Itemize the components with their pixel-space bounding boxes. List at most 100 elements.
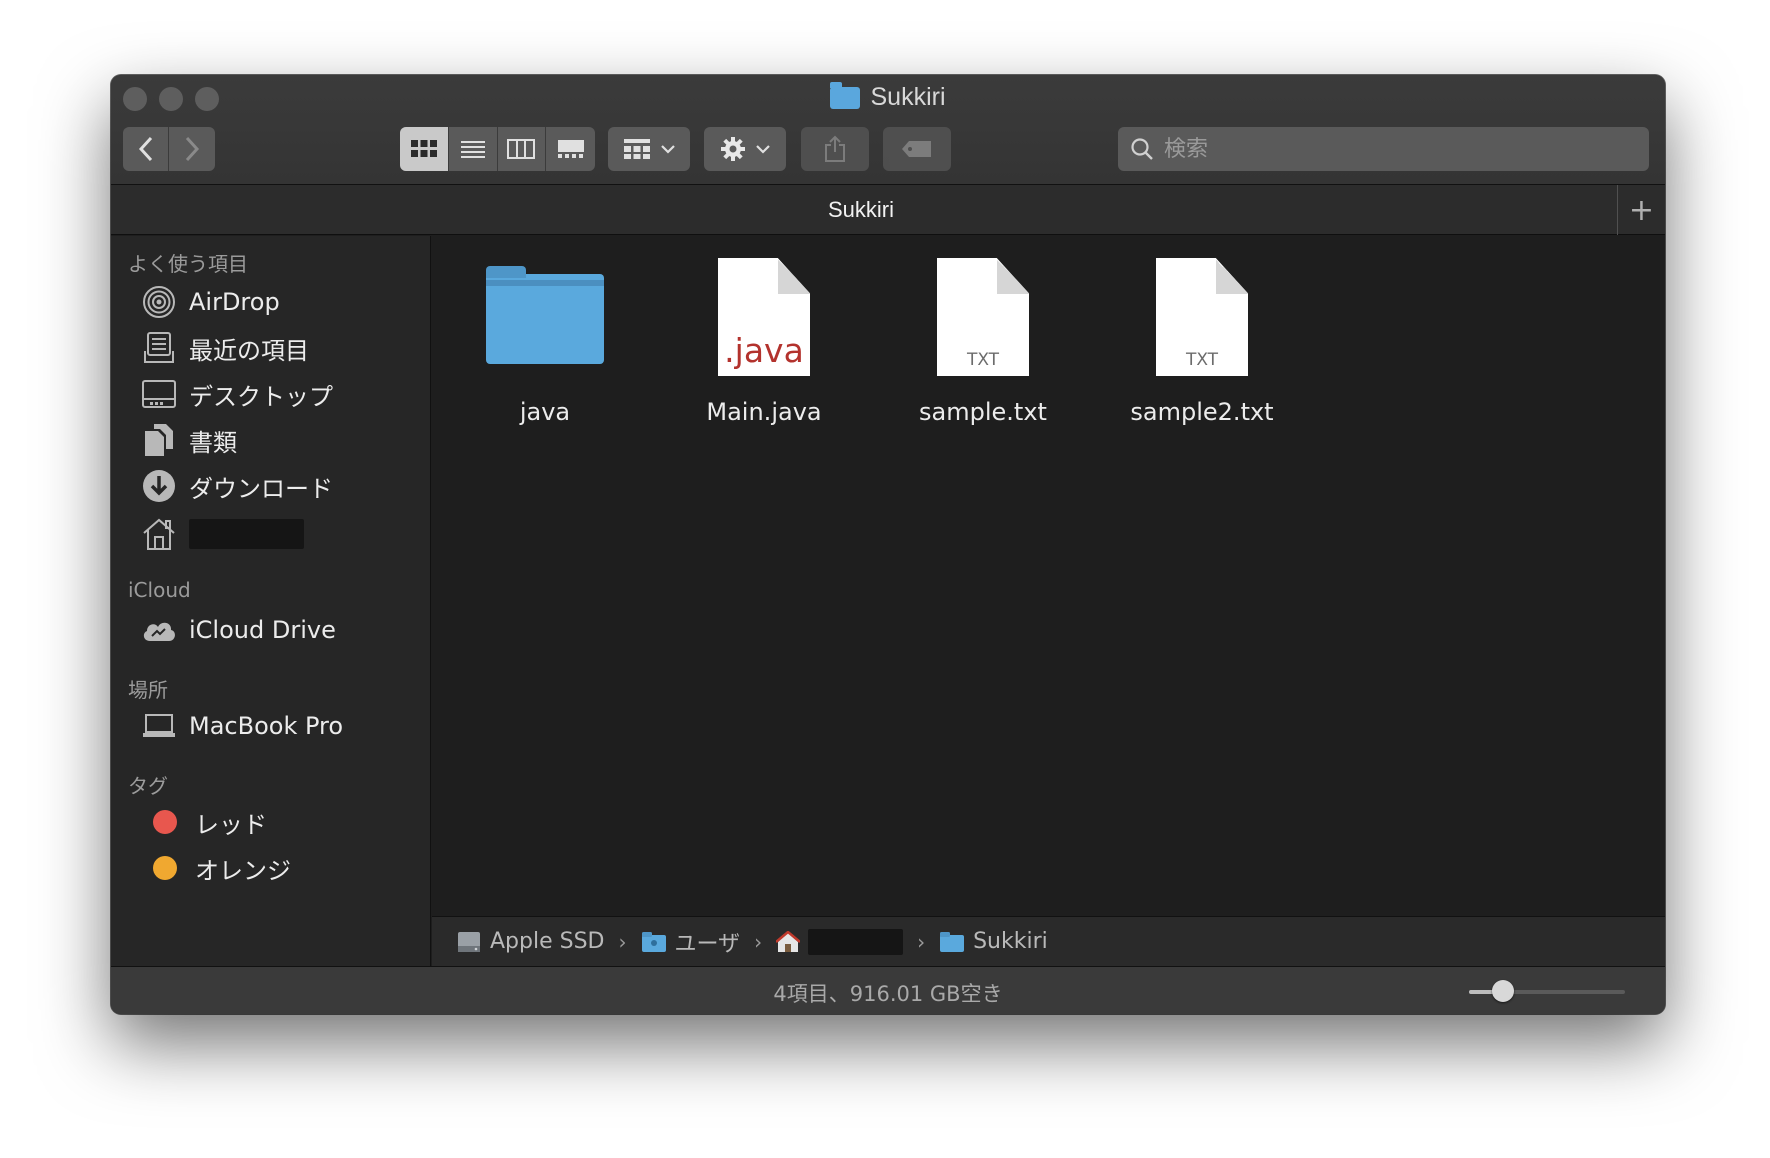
status-text: 4項目、916.01 GB空き	[773, 982, 1003, 1006]
chevron-right-icon	[185, 136, 200, 162]
sidebar-section-favorites: よく使う項目	[128, 252, 248, 276]
icon-view-button[interactable]	[400, 127, 449, 171]
share-icon	[825, 135, 845, 162]
chevron-down-icon	[661, 145, 675, 154]
sidebar-item-label: AirDrop	[189, 288, 280, 316]
sidebar-item-label: 書類	[189, 428, 237, 457]
share-button[interactable]	[801, 127, 869, 171]
sidebar-item-documents[interactable]: 書類	[141, 420, 237, 460]
file-item-main-java[interactable]: .java Main.java	[664, 256, 864, 426]
group-grid-icon	[624, 139, 650, 159]
gallery-view-button[interactable]	[546, 127, 595, 171]
desktop-icon	[141, 376, 177, 412]
documents-icon	[141, 422, 177, 458]
disk-icon	[458, 931, 480, 952]
icloud-icon	[141, 612, 177, 648]
view-mode-segmented	[400, 127, 595, 171]
file-content-area: java .java Main.java TXT sample.txt TXT …	[432, 236, 1665, 916]
sidebar: よく使う項目 AirDrop 最近の項目 デスクトップ 書類 ダウンロード iC…	[111, 236, 431, 966]
path-item-home[interactable]	[776, 928, 904, 955]
text-file-icon: TXT	[1156, 258, 1248, 376]
sidebar-section-icloud: iCloud	[128, 578, 191, 602]
path-item-users[interactable]: ユーザ	[641, 926, 741, 958]
recents-icon	[141, 330, 177, 366]
path-label: Apple SSD	[490, 929, 605, 954]
red-tag-dot-icon	[153, 810, 177, 834]
tab-sukkiri[interactable]: Sukkiri	[111, 197, 1611, 223]
text-file-icon: TXT	[937, 258, 1029, 376]
sidebar-item-label: 最近の項目	[189, 336, 309, 365]
redacted-username	[189, 519, 304, 549]
window-title-text: Sukkiri	[870, 83, 946, 111]
file-name: Main.java	[706, 398, 822, 426]
status-bar: 4項目、916.01 GB空き	[111, 966, 1665, 1014]
gear-icon	[721, 137, 745, 161]
sidebar-item-recents[interactable]: 最近の項目	[141, 328, 309, 368]
redacted-username	[808, 928, 904, 955]
sidebar-item-tag-orange[interactable]: オレンジ	[147, 848, 291, 888]
tab-bar: Sukkiri +	[111, 185, 1665, 235]
file-badge: .java	[724, 331, 804, 370]
chevron-down-icon	[756, 145, 770, 154]
tag-button[interactable]	[883, 127, 951, 171]
sidebar-item-label: iCloud Drive	[189, 616, 336, 644]
downloads-icon	[141, 468, 177, 504]
file-name: java	[519, 398, 571, 426]
folder-icon	[830, 81, 861, 109]
path-item-apple-ssd[interactable]: Apple SSD	[456, 929, 605, 954]
sidebar-item-airdrop[interactable]: AirDrop	[141, 282, 280, 322]
folder-icon	[940, 931, 965, 952]
home-icon	[776, 930, 801, 952]
sidebar-item-tag-red[interactable]: レッド	[147, 802, 267, 842]
sidebar-item-label: オレンジ	[195, 856, 291, 885]
chevron-right-icon: ›	[618, 929, 627, 954]
chevron-right-icon: ›	[754, 929, 763, 954]
list-icon	[460, 141, 485, 158]
gallery-icon	[557, 140, 584, 158]
file-item-sample2-txt[interactable]: TXT sample2.txt	[1102, 256, 1302, 426]
sidebar-section-tags: タグ	[128, 774, 168, 798]
chevron-right-icon: ›	[917, 929, 926, 954]
home-icon	[141, 516, 177, 552]
back-button[interactable]	[123, 127, 169, 171]
new-tab-button[interactable]: +	[1617, 185, 1665, 235]
file-item-sample-txt[interactable]: TXT sample.txt	[883, 256, 1083, 426]
chevron-left-icon	[138, 136, 152, 162]
folder-icon	[641, 931, 666, 952]
list-view-button[interactable]	[449, 127, 498, 171]
sidebar-item-downloads[interactable]: ダウンロード	[141, 466, 333, 506]
path-bar: Apple SSD › ユーザ › › Sukkiri	[432, 916, 1665, 966]
search-icon	[1131, 138, 1153, 160]
file-item-java-folder[interactable]: java	[445, 256, 645, 426]
sidebar-item-home[interactable]	[141, 514, 304, 554]
search-input[interactable]	[1164, 136, 1614, 162]
path-item-sukkiri[interactable]: Sukkiri	[939, 929, 1048, 954]
action-menu-button[interactable]	[704, 127, 786, 171]
path-label: Sukkiri	[973, 929, 1048, 954]
column-view-button[interactable]	[498, 127, 547, 171]
forward-button[interactable]	[169, 127, 215, 171]
columns-icon	[507, 139, 536, 159]
sidebar-item-macbook-pro[interactable]: MacBook Pro	[141, 706, 343, 746]
path-label: ユーザ	[674, 931, 741, 957]
sidebar-item-desktop[interactable]: デスクトップ	[141, 374, 333, 414]
orange-tag-dot-icon	[153, 856, 177, 880]
sidebar-item-label: ダウンロード	[189, 474, 333, 503]
file-badge: TXT	[1185, 350, 1219, 370]
airdrop-icon	[141, 284, 177, 320]
folder-icon	[486, 266, 604, 364]
search-field[interactable]	[1118, 127, 1649, 171]
java-file-icon: .java	[718, 258, 810, 376]
titlebar: Sukkiri	[111, 75, 1665, 185]
group-by-button[interactable]	[608, 127, 690, 171]
tag-icon	[902, 141, 931, 157]
file-name: sample2.txt	[1130, 398, 1274, 426]
nav-buttons	[123, 127, 215, 171]
laptop-icon	[141, 708, 177, 744]
sidebar-item-label: レッド	[195, 810, 267, 839]
sidebar-section-locations: 場所	[128, 678, 168, 702]
sidebar-item-label: デスクトップ	[189, 382, 333, 411]
sidebar-item-icloud-drive[interactable]: iCloud Drive	[141, 610, 336, 650]
sidebar-item-label: MacBook Pro	[189, 712, 344, 740]
file-badge: TXT	[966, 350, 1000, 370]
